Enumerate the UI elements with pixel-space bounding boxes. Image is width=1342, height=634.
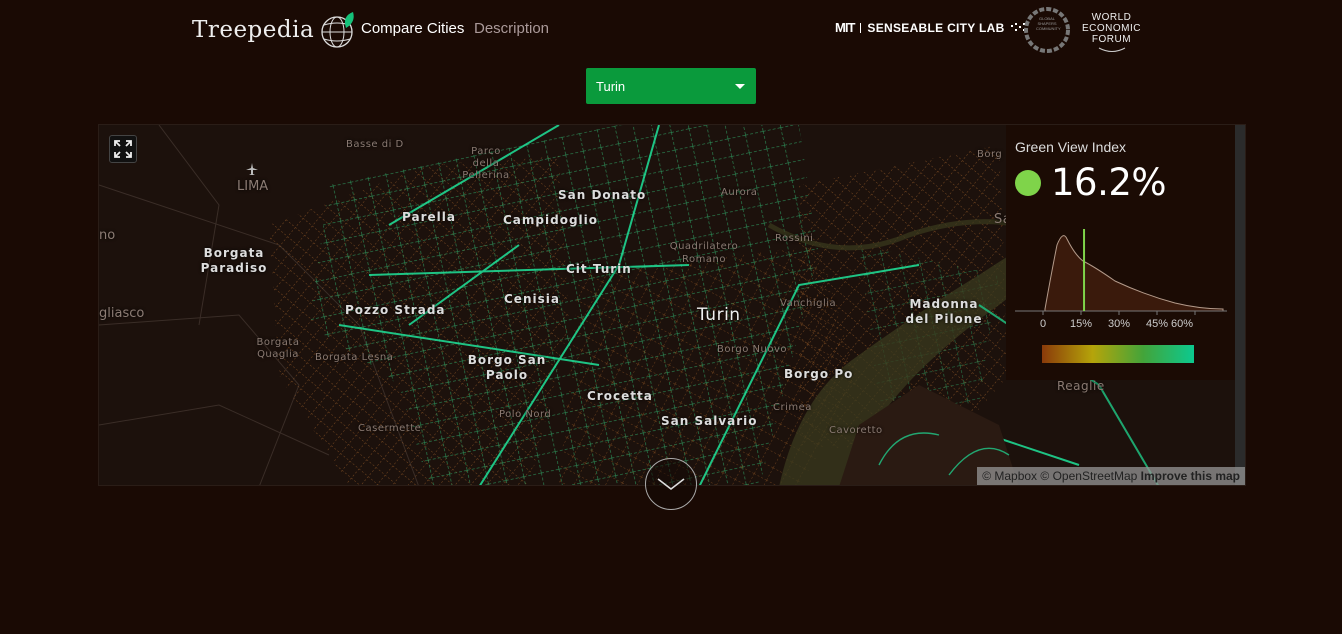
gsc-text: GLOBAL SHAPERS COMMUNITY [1036, 16, 1061, 31]
map-small-label: Borg [977, 149, 1003, 160]
senseable-city-lab-logo[interactable]: MIT SENSEABLE CITY LAB [835, 20, 1027, 35]
wef-line-1: WORLD [1091, 12, 1132, 23]
nav-description[interactable]: Description [474, 20, 549, 37]
wef-line-3: FORUM [1091, 34, 1132, 45]
map-label: Crocetta [587, 389, 653, 403]
caret-down-icon [735, 84, 745, 89]
map-small-label: Basse di D [346, 139, 404, 150]
senseable-lab-text: SENSEABLE CITY LAB [867, 20, 1005, 35]
map-label: Campidoglio [503, 213, 599, 227]
map-label: LIMA [237, 179, 269, 194]
tick-label: 60% [1171, 318, 1194, 330]
tick-label: 30% [1108, 318, 1131, 330]
map[interactable]: San Donato Parella Campidoglio Cit Turin… [98, 124, 1246, 486]
map-small-label: Borgata Quaglia [256, 337, 300, 360]
logo-separator [860, 22, 862, 33]
gvi-panel: Green View Index 16.2% 0 15% 30% 45% 60% [1006, 125, 1235, 380]
map-label: Cit Turin [566, 262, 632, 276]
map-label: gliasco [99, 306, 145, 321]
tick-label: 15% [1070, 318, 1093, 330]
gvi-color-scale [1042, 345, 1194, 363]
map-label: San Salvario [661, 414, 758, 428]
wef-arc [1098, 47, 1125, 52]
nav-compare-cities[interactable]: Compare Cities [361, 20, 464, 37]
mit-logo: MIT [835, 20, 855, 35]
tick-label: 45% [1146, 318, 1169, 330]
tick-label: 0 [1040, 318, 1047, 330]
logo-text: Treepedia [192, 17, 315, 43]
map-city-label: Turin [697, 305, 741, 325]
gvi-title: Green View Index [1015, 139, 1127, 155]
map-small-label: Parco della Pellerina [462, 146, 510, 181]
map-label: no [99, 228, 116, 243]
chevron-down-icon [657, 478, 685, 491]
map-label: Borgo Po [784, 367, 854, 381]
map-small-label: Polo Nord [499, 409, 552, 420]
city-select[interactable]: Turin [586, 68, 756, 104]
scroll-down-button[interactable] [645, 458, 697, 510]
map-label: Cenisia [504, 292, 560, 306]
airplane-icon [246, 163, 258, 175]
treepedia-logo[interactable]: Treepedia [192, 10, 358, 50]
map-label: Borgo San Paolo [467, 353, 547, 382]
mapbox-link[interactable]: © Mapbox [982, 469, 1037, 483]
map-small-label: Borgata Lesna [315, 352, 394, 363]
map-label: Madonna del Pilone [905, 297, 983, 326]
map-small-label: Crimea [773, 402, 812, 413]
map-small-label: Reaglie [1057, 379, 1105, 393]
map-small-label: Rossini [775, 233, 814, 244]
map-small-label: Cavoretto [829, 425, 883, 436]
map-label: San Donato [558, 188, 647, 202]
wef-line-2: ECONOMIC [1082, 23, 1141, 34]
fullscreen-button[interactable] [109, 135, 137, 163]
map-small-label: Vanchiglia [780, 298, 837, 309]
wef-logo[interactable]: WORLD ECONOMIC FORUM [1082, 12, 1141, 56]
gvi-value: 16.2% [1051, 161, 1167, 204]
gvi-dot [1015, 169, 1041, 196]
fullscreen-icon [114, 140, 132, 158]
map-small-label: Aurora [721, 187, 758, 198]
map-label: Pozzo Strada [345, 303, 446, 317]
map-small-label: Casermette [358, 423, 422, 434]
city-select-value: Turin [596, 78, 626, 94]
osm-link[interactable]: © OpenStreetMap [1040, 469, 1137, 483]
map-small-label: Quadrilatero Romano [669, 241, 739, 265]
map-label: Borgata Paradiso [200, 246, 268, 275]
map-attribution: © Mapbox © OpenStreetMap Improve this ma… [977, 467, 1245, 485]
map-small-label: Borgo Nuovo [717, 344, 788, 355]
globe-leaf-icon [321, 12, 354, 48]
improve-map-link[interactable]: Improve this map [1141, 469, 1240, 483]
map-label: Parella [402, 210, 456, 224]
